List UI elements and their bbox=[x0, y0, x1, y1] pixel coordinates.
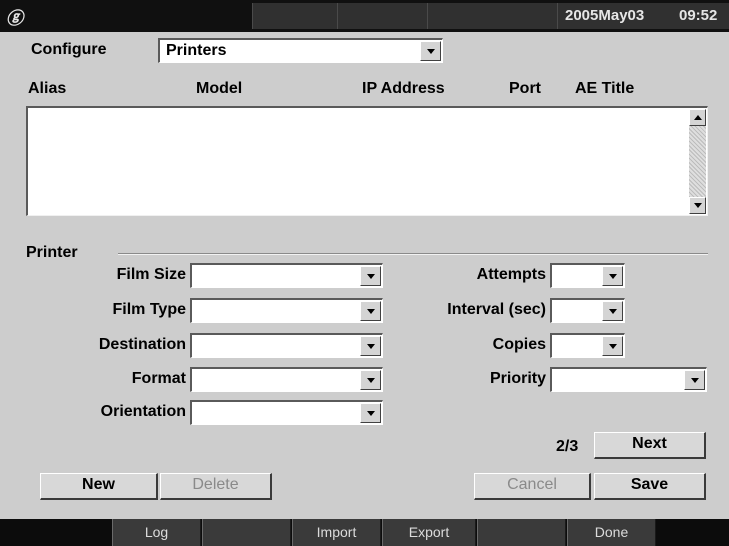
column-header-model: Model bbox=[196, 80, 243, 97]
blank-softkey[interactable] bbox=[202, 519, 291, 546]
priority-select[interactable] bbox=[550, 367, 707, 392]
softkey-bar: Log Import Export Done bbox=[0, 519, 729, 546]
save-button[interactable]: Save bbox=[594, 473, 706, 500]
format-select[interactable] bbox=[190, 367, 383, 392]
dropdown-arrow-icon[interactable] bbox=[420, 41, 441, 61]
destination-label: Destination bbox=[98, 336, 186, 353]
time-display: 09:52 bbox=[679, 7, 718, 24]
import-softkey[interactable]: Import bbox=[292, 519, 381, 546]
attempts-select[interactable] bbox=[550, 263, 625, 288]
priority-label: Priority bbox=[489, 370, 546, 387]
done-softkey[interactable]: Done bbox=[567, 519, 656, 546]
new-button[interactable]: New bbox=[40, 473, 158, 500]
next-button[interactable]: Next bbox=[594, 432, 706, 459]
film-type-select[interactable] bbox=[190, 298, 383, 323]
attempts-label: Attempts bbox=[476, 266, 546, 283]
section-divider bbox=[118, 253, 708, 255]
scroll-up-icon[interactable] bbox=[689, 109, 706, 126]
dropdown-arrow-icon[interactable] bbox=[360, 301, 381, 321]
configure-selected-value: Printers bbox=[166, 42, 227, 59]
date-display: 2005May03 bbox=[565, 7, 645, 24]
delete-button[interactable]: Delete bbox=[160, 473, 272, 500]
printer-section-label: Printer bbox=[26, 244, 78, 261]
film-size-select[interactable] bbox=[190, 263, 383, 288]
interval-select[interactable] bbox=[550, 298, 625, 323]
dropdown-arrow-icon[interactable] bbox=[602, 301, 623, 321]
format-label: Format bbox=[131, 370, 186, 387]
configure-select[interactable]: Printers bbox=[158, 38, 443, 63]
status-segment bbox=[252, 3, 337, 29]
dropdown-arrow-icon[interactable] bbox=[684, 370, 705, 390]
dropdown-arrow-icon[interactable] bbox=[360, 336, 381, 356]
cancel-button[interactable]: Cancel bbox=[474, 473, 591, 500]
orientation-select[interactable] bbox=[190, 400, 383, 425]
copies-select[interactable] bbox=[550, 333, 625, 358]
status-segment bbox=[427, 3, 557, 29]
status-bar: ⓖ 2005May03 09:52 bbox=[0, 0, 729, 32]
status-segment bbox=[337, 3, 427, 29]
orientation-label: Orientation bbox=[100, 403, 186, 420]
configure-label: Configure bbox=[31, 41, 107, 58]
dropdown-arrow-icon[interactable] bbox=[360, 370, 381, 390]
copies-label: Copies bbox=[492, 336, 546, 353]
logo-icon: ⓖ bbox=[6, 9, 23, 28]
dropdown-arrow-icon[interactable] bbox=[602, 266, 623, 286]
film-size-label: Film Size bbox=[116, 266, 186, 283]
dropdown-arrow-icon[interactable] bbox=[360, 266, 381, 286]
destination-select[interactable] bbox=[190, 333, 383, 358]
column-header-port: Port bbox=[509, 80, 541, 97]
log-softkey[interactable]: Log bbox=[112, 519, 201, 546]
list-scrollbar[interactable] bbox=[689, 109, 706, 214]
printer-list[interactable] bbox=[26, 106, 708, 216]
column-header-ip-address: IP Address bbox=[362, 80, 445, 97]
interval-label: Interval (sec) bbox=[447, 301, 546, 318]
scroll-down-icon[interactable] bbox=[689, 197, 706, 214]
column-header-alias: Alias bbox=[28, 80, 67, 97]
film-type-label: Film Type bbox=[112, 301, 187, 318]
page-indicator: 2/3 bbox=[556, 438, 579, 455]
printer-config-window: ⓖ 2005May03 09:52 Configure Printers Ali… bbox=[0, 0, 729, 546]
dropdown-arrow-icon[interactable] bbox=[602, 336, 623, 356]
column-header-ae-title: AE Title bbox=[575, 80, 635, 97]
blank-softkey[interactable] bbox=[477, 519, 566, 546]
dropdown-arrow-icon[interactable] bbox=[360, 403, 381, 423]
export-softkey[interactable]: Export bbox=[382, 519, 476, 546]
